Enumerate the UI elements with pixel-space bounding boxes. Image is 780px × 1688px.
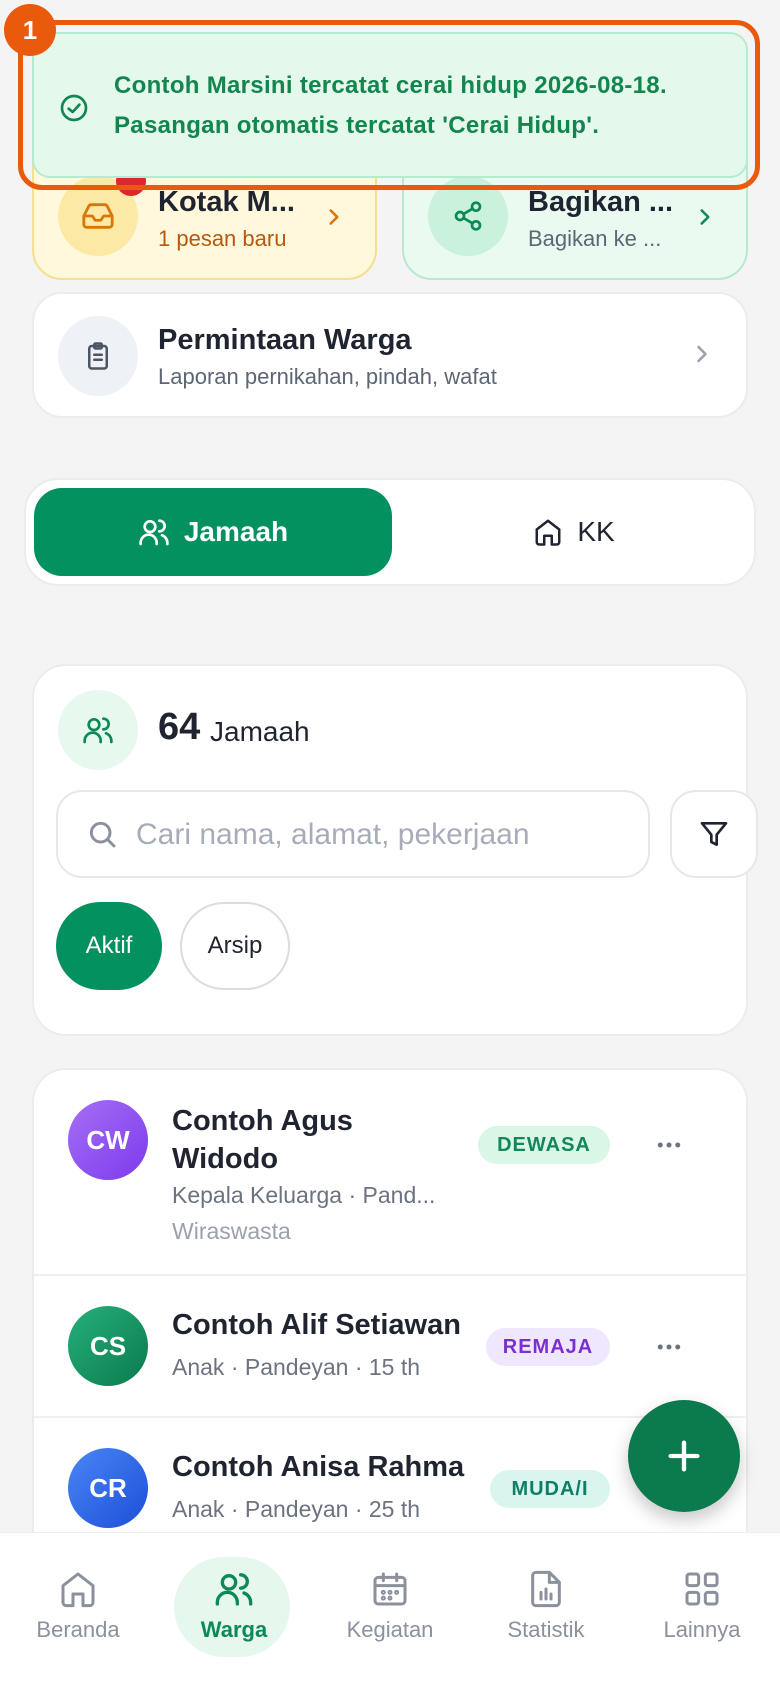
- member-row[interactable]: CW Contoh Agus Widodo Kepala Keluarga · …: [34, 1070, 746, 1276]
- chip-aktif[interactable]: Aktif: [56, 902, 162, 990]
- citizen-request-card[interactable]: Permintaan Warga Laporan pernikahan, pin…: [32, 292, 748, 418]
- filter-icon: [698, 818, 730, 850]
- home-icon: [533, 517, 563, 547]
- chip-arsip[interactable]: Arsip: [180, 902, 290, 990]
- nav-label: Statistik: [507, 1617, 585, 1642]
- nav-label: Beranda: [36, 1617, 120, 1642]
- tab-jamaah-label: Jamaah: [183, 516, 289, 547]
- nav-kegiatan[interactable]: Kegiatan: [312, 1533, 468, 1688]
- filter-button[interactable]: [670, 790, 758, 878]
- search-box: [56, 790, 650, 878]
- member-name: Contoh Anisa Rahma: [172, 1451, 465, 1483]
- users-icon: [138, 516, 170, 548]
- nav-beranda[interactable]: Beranda: [0, 1533, 156, 1688]
- bottom-nav: Beranda Warga Kegiatan Statistik Lainnya: [0, 1532, 780, 1688]
- request-title: Permintaan Warga: [158, 324, 412, 356]
- tab-kk[interactable]: KK: [400, 488, 748, 576]
- chevron-right-icon: [321, 204, 347, 230]
- toast-number-marker: 1: [4, 4, 56, 56]
- avatar: CR: [68, 1448, 148, 1528]
- member-row[interactable]: CS Contoh Alif Setiawan Anak · Pandeyan …: [34, 1276, 746, 1418]
- stats-file-icon: [526, 1569, 566, 1609]
- tab-kk-label: KK: [577, 516, 615, 547]
- age-badge: DEWASA: [478, 1126, 610, 1164]
- share-subtitle: Bagikan ke ...: [528, 226, 662, 251]
- more-options-icon[interactable]: [654, 1130, 684, 1160]
- member-count: 64: [158, 706, 201, 748]
- member-name: Contoh Alif Setiawan: [172, 1309, 461, 1341]
- nav-lainnya[interactable]: Lainnya: [624, 1533, 780, 1688]
- member-summary-card: 64 Jamaah Aktif Arsip: [32, 664, 758, 1036]
- check-circle-icon: [58, 92, 90, 124]
- home-icon: [58, 1569, 98, 1609]
- users-icon: [58, 690, 138, 770]
- avatar: CW: [68, 1100, 148, 1180]
- member-details: Kepala Keluarga · Pand...: [172, 1182, 436, 1208]
- member-name: Contoh Agus Widodo: [172, 1105, 353, 1175]
- member-occupation: Wiraswasta: [172, 1218, 291, 1244]
- clipboard-icon: [58, 316, 138, 396]
- nav-label: Kegiatan: [346, 1617, 434, 1642]
- search-icon: [86, 818, 118, 850]
- success-toast: Contoh Marsini tercatat cerai hidup 2026…: [32, 32, 748, 178]
- avatar: CS: [68, 1306, 148, 1386]
- more-options-icon[interactable]: [654, 1332, 684, 1362]
- age-badge: REMAJA: [486, 1328, 610, 1366]
- chevron-right-icon: [688, 340, 716, 368]
- calendar-icon: [370, 1569, 410, 1609]
- add-member-button[interactable]: [628, 1400, 740, 1512]
- grid-icon: [682, 1569, 722, 1609]
- search-input[interactable]: [136, 812, 616, 858]
- inbox-title: Kotak M...: [158, 186, 295, 218]
- toast-message: Contoh Marsini tercatat cerai hidup 2026…: [114, 72, 667, 139]
- nav-warga[interactable]: Warga: [156, 1533, 312, 1688]
- member-details: Anak · Pandeyan · 25 th: [172, 1496, 421, 1522]
- tab-jamaah[interactable]: Jamaah: [34, 488, 392, 576]
- chevron-right-icon: [692, 204, 718, 230]
- plus-icon: [664, 1436, 704, 1476]
- nav-label: Warga: [200, 1617, 268, 1642]
- nav-label: Lainnya: [663, 1617, 741, 1642]
- inbox-subtitle: 1 pesan baru: [158, 226, 287, 251]
- view-tabs: Jamaah KK: [24, 478, 756, 586]
- member-details: Anak · Pandeyan · 15 th: [172, 1354, 421, 1380]
- request-subtitle: Laporan pernikahan, pindah, wafat: [158, 364, 497, 389]
- nav-statistik[interactable]: Statistik: [468, 1533, 624, 1688]
- member-count-label: Jamaah: [210, 716, 310, 747]
- users-icon: [214, 1569, 254, 1609]
- age-badge: MUDA/I: [490, 1470, 610, 1508]
- share-title: Bagikan ...: [528, 186, 674, 218]
